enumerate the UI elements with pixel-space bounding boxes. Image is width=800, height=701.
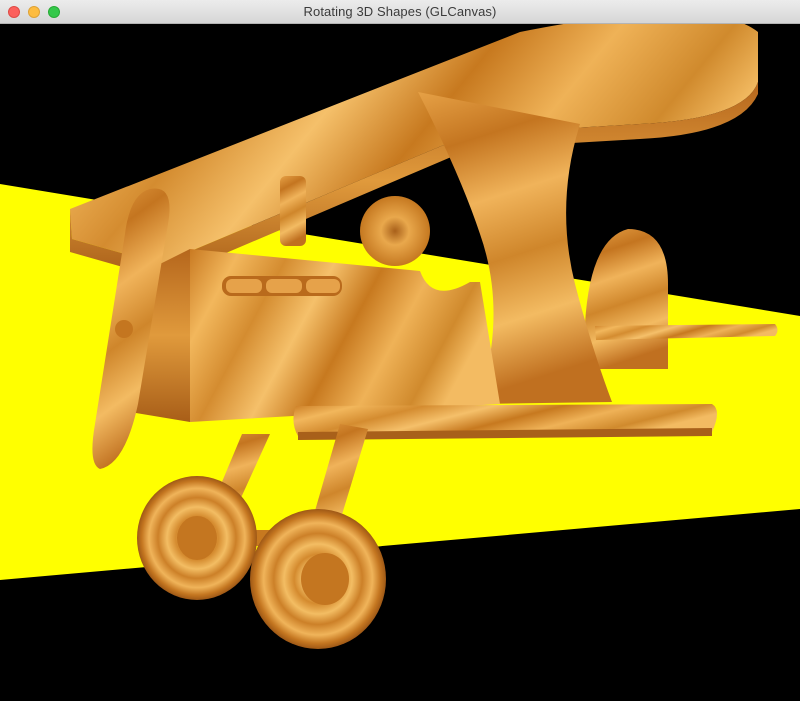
pilot-head xyxy=(360,196,430,266)
tail-fin xyxy=(585,229,668,369)
title-bar[interactable]: Rotating 3D Shapes (GLCanvas) xyxy=(0,0,800,24)
propeller-hub xyxy=(115,320,133,338)
gl-canvas[interactable] xyxy=(0,24,800,701)
support-post xyxy=(280,176,306,246)
window-title: Rotating 3D Shapes (GLCanvas) xyxy=(303,4,497,19)
app-window: Rotating 3D Shapes (GLCanvas) xyxy=(0,0,800,701)
